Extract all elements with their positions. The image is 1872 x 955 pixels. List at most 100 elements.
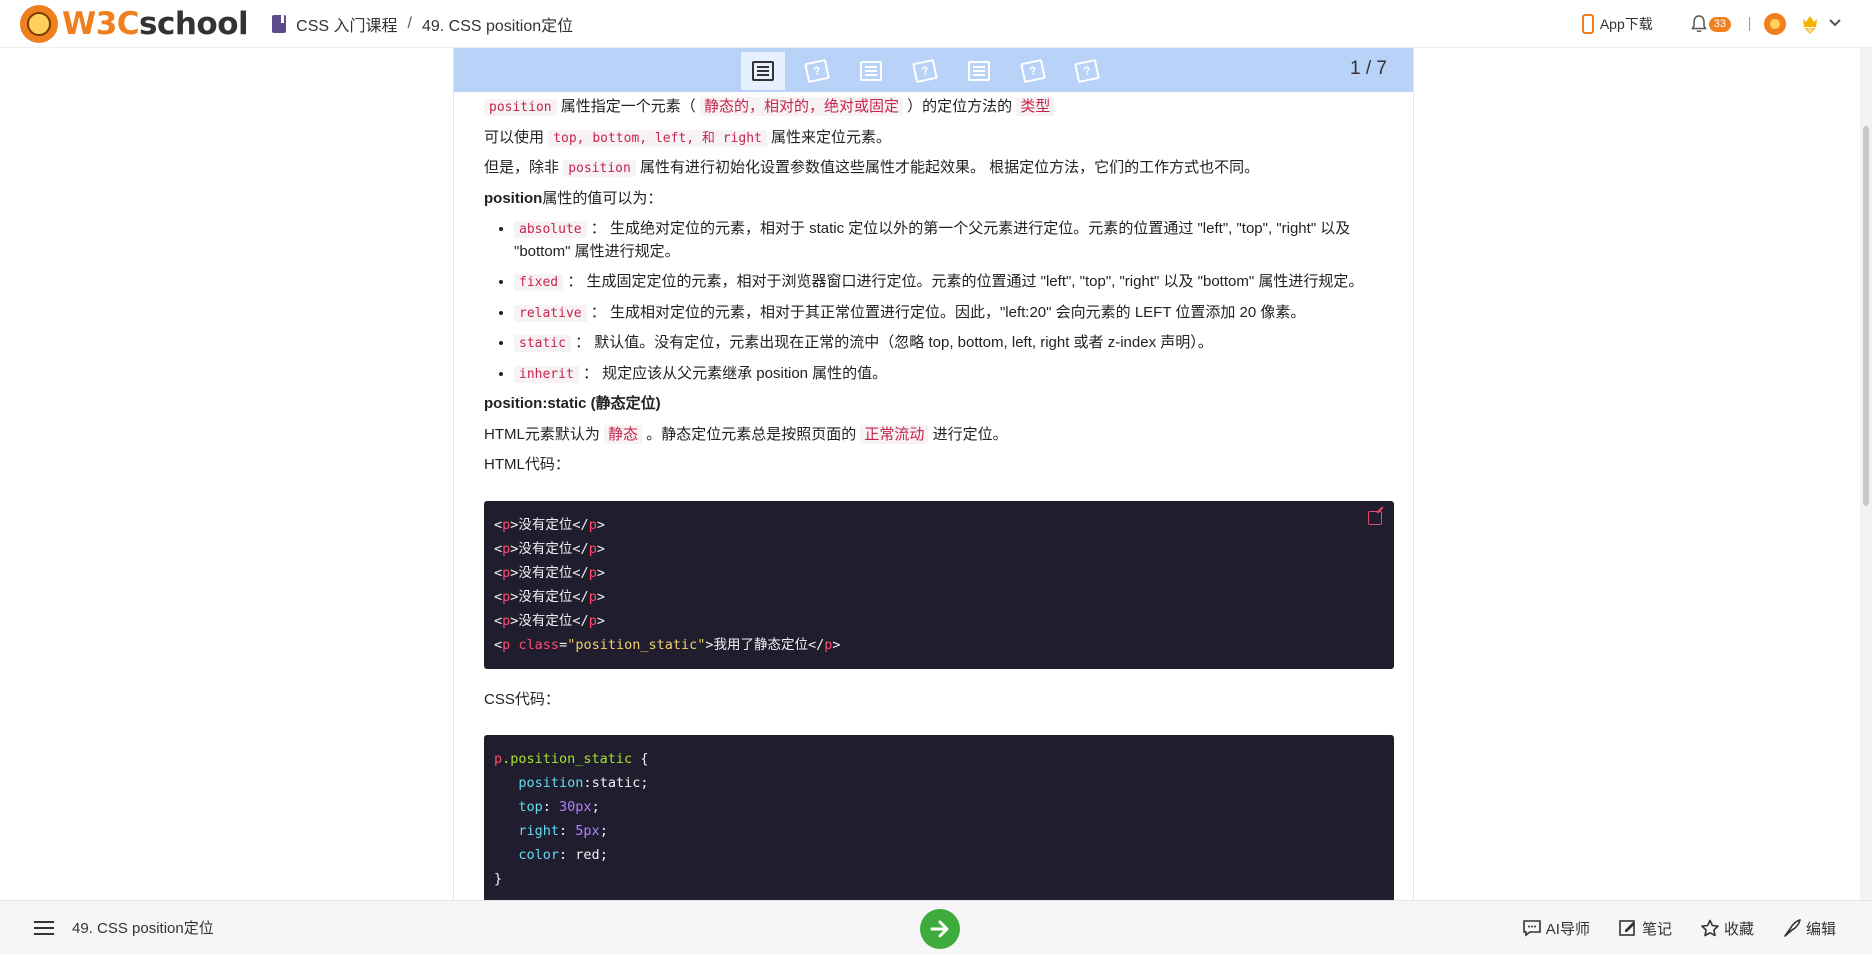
note-edit-icon — [1619, 920, 1635, 936]
quiz-card-icon: ? — [1020, 58, 1046, 84]
paragraph-intro: position 属性指定一个元素（ 静态的，相对的，绝对或固定 ）的定位方法的… — [484, 96, 1394, 119]
text: HTML元素默认为 — [484, 425, 600, 443]
phone-icon — [1581, 14, 1594, 34]
code-line: <p>没有定位</p> — [494, 612, 605, 629]
document-icon — [968, 61, 990, 81]
document-icon — [752, 61, 774, 81]
bold-text: position — [484, 189, 543, 207]
text: 属性来定位元素。 — [771, 128, 892, 146]
inline-code: fixed — [514, 274, 564, 291]
top-navbar: W3Cschool CSS 入门课程 / 49. CSS position定位 … — [0, 0, 1872, 48]
notes-button[interactable]: 笔记 — [1618, 918, 1672, 939]
favorite-button[interactable]: 收藏 — [1700, 918, 1754, 939]
text: 但是，除非 — [484, 159, 560, 176]
highlight-text: 正常流动 — [860, 424, 929, 444]
inline-code: static — [514, 335, 571, 352]
next-lesson-button[interactable] — [920, 909, 960, 949]
html-code-label: HTML代码： — [484, 456, 570, 473]
article-body: position 属性指定一个元素（ 静态的，相对的，绝对或固定 ）的定位方法的… — [484, 96, 1394, 900]
text: ）的定位方法的 — [907, 98, 1013, 115]
inline-code: position — [563, 160, 636, 177]
logo-lion-icon — [20, 4, 58, 43]
edit-label: 编辑 — [1805, 920, 1836, 938]
list-item: inherit ： 规定应该从父元素继承 position 属性的值。 — [514, 363, 1394, 386]
text: ： 默认值。没有定位，元素出现在正常的流中（忽略 top, bottom, le… — [575, 334, 1213, 351]
star-icon — [1701, 919, 1719, 937]
text: ： 生成固定定位的元素，相对于浏览器窗口进行定位。元素的位置通过 "left",… — [567, 273, 1364, 290]
section-heading-static: position:static (静态定位) — [484, 393, 1394, 416]
notification-count-badge: 33 — [1708, 16, 1731, 32]
inline-code: absolute — [514, 221, 587, 238]
inline-code: inherit — [514, 365, 579, 383]
chat-bubble-icon — [1522, 920, 1541, 937]
inline-code: relative — [514, 304, 587, 322]
quiz-card-icon: ? — [804, 58, 830, 84]
text: ： 规定应该从父元素继承 position 属性的值。 — [582, 364, 888, 382]
bottom-toolbar: 49. CSS position定位 AI导师 笔记 收藏 编辑 — [0, 900, 1872, 954]
app-download-link[interactable]: App下载 — [1581, 14, 1653, 34]
quiz-card-icon: ? — [1074, 58, 1100, 84]
code-line: top: 30px; — [518, 799, 600, 815]
step-3-reading[interactable] — [849, 52, 893, 90]
page-scrollbar[interactable] — [1860, 48, 1872, 900]
highlight-text: 静态的，相对的，绝对或固定 — [699, 97, 903, 116]
user-avatar[interactable] — [1764, 13, 1786, 35]
divider — [1749, 17, 1750, 31]
css-code-block[interactable]: p.position_static { position:static; top… — [484, 735, 1394, 900]
edit-button[interactable]: 编辑 — [1782, 918, 1836, 939]
css-code-label: CSS代码： — [484, 690, 560, 708]
highlight-text: 静态 — [604, 424, 643, 444]
paragraph-static: HTML元素默认为 静态 。静态定位元素总是按照页面的 正常流动 进行定位。 — [484, 424, 1394, 447]
text: 。静态定位元素总是按照页面的 — [646, 425, 857, 443]
step-5-reading[interactable] — [957, 52, 1001, 90]
text: 属性的值可以为： — [542, 189, 663, 207]
scrollbar-thumb[interactable] — [1863, 126, 1869, 506]
code-line: <p class="position_static">我用了静态定位</p> — [494, 636, 841, 653]
highlight-text: 类型 — [1016, 97, 1055, 116]
list-item: relative ： 生成相对定位的元素，相对于其正常位置进行定位。因此，"le… — [514, 302, 1394, 325]
code-line: position:static; — [518, 775, 649, 791]
code-line: } — [494, 871, 503, 887]
list-item: static ： 默认值。没有定位，元素出现在正常的流中（忽略 top, bot… — [514, 332, 1394, 355]
code-line: <p>没有定位</p> — [494, 564, 605, 581]
breadcrumb-course-link[interactable]: CSS 入门课程 — [296, 12, 397, 36]
html-code-block[interactable]: <p>没有定位</p> <p>没有定位</p> <p>没有定位</p> <p>没有定位… — [484, 500, 1394, 669]
text: 进行定位。 — [932, 425, 1008, 443]
inline-code: position — [484, 99, 557, 116]
ai-tutor-button[interactable]: AI导师 — [1522, 918, 1590, 939]
step-counter: 1 / 7 — [1350, 58, 1387, 79]
step-4-quiz[interactable]: ? — [903, 52, 947, 90]
quiz-card-icon: ? — [912, 58, 938, 84]
text: 属性有进行初始化设置参数值这些属性才能起效果。 根据定位方法，它们的工作方式也不… — [639, 159, 1260, 176]
notes-label: 笔记 — [1641, 920, 1672, 938]
text: 属性指定一个元素（ — [560, 98, 696, 115]
vip-crown-icon[interactable]: V — [1800, 13, 1820, 35]
position-values-list: absolute ： 生成绝对定位的元素，相对于 static 定位以外的第一个… — [514, 218, 1394, 385]
code-line: <p>没有定位</p> — [494, 516, 605, 533]
paragraph-usage: 可以使用 top, bottom, left, 和 right 属性来定位元素。 — [484, 127, 1394, 150]
document-icon — [860, 61, 882, 81]
bell-icon — [1690, 15, 1707, 33]
book-icon — [272, 14, 287, 33]
step-1-reading[interactable] — [741, 52, 785, 90]
step-7-quiz[interactable]: ? — [1065, 52, 1109, 90]
code-line: right: 5px; — [518, 823, 608, 839]
arrow-right-icon — [930, 920, 949, 938]
step-2-quiz[interactable]: ? — [795, 52, 839, 90]
menu-icon[interactable] — [34, 920, 54, 936]
app-download-label: App下载 — [1599, 16, 1653, 32]
list-item: absolute ： 生成绝对定位的元素，相对于 static 定位以外的第一个… — [514, 218, 1394, 263]
edit-code-icon[interactable] — [1368, 510, 1382, 525]
site-logo[interactable]: W3Cschool — [20, 4, 249, 43]
breadcrumb-current-page: 49. CSS position定位 — [421, 17, 574, 35]
ai-tutor-label: AI导师 — [1545, 920, 1590, 938]
step-6-quiz[interactable]: ? — [1011, 52, 1055, 90]
bottom-lesson-title: 49. CSS position定位 — [72, 920, 214, 937]
chevron-down-icon[interactable] — [1828, 15, 1842, 33]
code-line: color: red; — [518, 847, 608, 863]
breadcrumb: CSS 入门课程 / 49. CSS position定位 — [272, 12, 573, 36]
code-line: p.position_static { — [494, 751, 649, 767]
notifications-button[interactable]: 33 — [1690, 15, 1731, 33]
code-line: <p>没有定位</p> — [494, 588, 605, 605]
text: ： 生成相对定位的元素，相对于其正常位置进行定位。因此，"left:20" 会向… — [590, 303, 1306, 321]
